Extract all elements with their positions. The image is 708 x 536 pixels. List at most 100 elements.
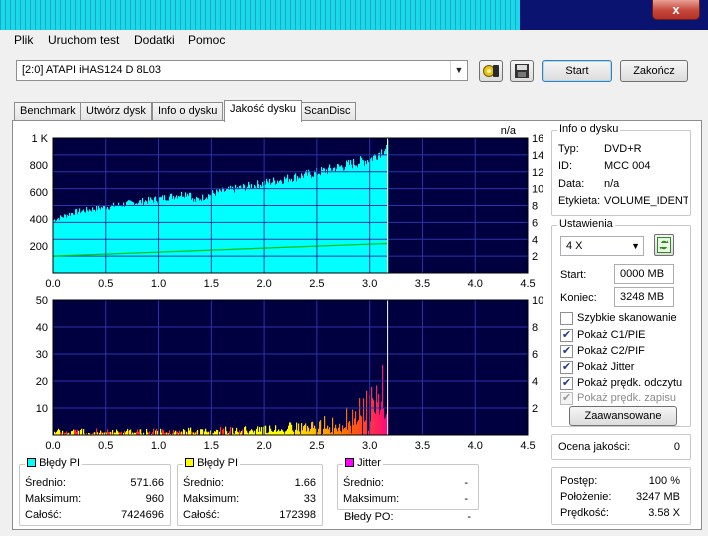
x-axis-tick-label: 1.5 bbox=[204, 440, 219, 451]
pif-swatch bbox=[185, 458, 194, 467]
y-axis-tick-label: 800 bbox=[30, 160, 48, 172]
checkmark-icon: ✔ bbox=[561, 329, 572, 341]
y2-axis-tick-label: 8 bbox=[532, 322, 538, 334]
disc-type-value: DVD+R bbox=[604, 143, 642, 155]
close-button[interactable]: x bbox=[652, 0, 700, 20]
menu-dodatki[interactable]: Dodatki bbox=[134, 33, 175, 47]
show-c1-pie-label: Pokaż C1/PIE bbox=[577, 329, 646, 341]
pi-avg-value: 571.66 bbox=[130, 477, 164, 489]
quality-score-value: 0 bbox=[673, 441, 680, 453]
checkmark-icon: ✔ bbox=[561, 361, 572, 373]
pi-errors-box: Błędy PI Średnio: 571.66 Maksimum: 960 C… bbox=[19, 457, 171, 526]
show-c1-pie-checkbox[interactable]: ✔ bbox=[560, 329, 573, 342]
y2-axis-tick-label: 6 bbox=[532, 217, 538, 229]
x-axis-tick-label: 3.5 bbox=[415, 440, 430, 451]
pif-error-bar bbox=[62, 430, 64, 435]
y2-axis-tick-label: 2 bbox=[532, 251, 538, 263]
x-axis-tick-label: 2.5 bbox=[309, 278, 324, 290]
pi-swatch bbox=[27, 458, 36, 467]
checkmark-icon: ✔ bbox=[561, 377, 572, 389]
y2-axis-tick-label: 8 bbox=[532, 201, 538, 213]
pif-error-bar bbox=[197, 430, 199, 435]
tab-info-o-dysku[interactable]: Info o dysku bbox=[152, 102, 224, 121]
chart-corner-label: n/a bbox=[501, 125, 517, 137]
pif-error-bar bbox=[315, 428, 317, 435]
disc-label-label: Etykieta: bbox=[558, 195, 601, 207]
settings-button[interactable] bbox=[479, 60, 503, 82]
pif-max-value: 33 bbox=[303, 493, 316, 505]
advanced-button[interactable]: Zaawansowane bbox=[569, 406, 677, 426]
speed-value: 3.58 X bbox=[648, 507, 680, 519]
pif-error-bar bbox=[230, 426, 232, 435]
pie-chart: 1 K 800 600 400 200 16 14 12 10 8 6 4 2 0.0 0.5 1.0 1.5 2… bbox=[30, 125, 543, 290]
disc-date-value: n/a bbox=[604, 178, 620, 190]
show-read-speed-checkbox[interactable]: ✔ bbox=[560, 377, 573, 390]
pif-errors-title-wrap: Błędy PI bbox=[183, 457, 241, 469]
stop-button[interactable]: Zakończ bbox=[620, 60, 688, 82]
start-mb-input[interactable]: 0000 MB bbox=[614, 264, 674, 284]
y2-axis-tick-label: 14 bbox=[532, 150, 543, 162]
jitter-swatch bbox=[345, 458, 354, 467]
y-axis-tick-label: 50 bbox=[36, 295, 48, 307]
checkmark-icon: ✔ bbox=[561, 392, 572, 404]
start-mb-label: Start: bbox=[560, 269, 587, 281]
x-axis-tick-label: 4.5 bbox=[520, 440, 535, 451]
drive-select[interactable]: [2:0] ATAPI iHAS124 D 8L03 ▼ bbox=[16, 60, 468, 81]
tab-benchmark[interactable]: Benchmark bbox=[14, 102, 82, 121]
pif-error-bar bbox=[361, 416, 363, 435]
y2-axis-tick-label: 10 bbox=[532, 184, 543, 196]
menu-uruchom-test[interactable]: Uruchom test bbox=[48, 33, 119, 47]
pif-error-bar bbox=[242, 429, 244, 435]
pif-error-bar bbox=[202, 429, 204, 435]
tab-jakosc-dysku[interactable]: Jakość dysku bbox=[224, 100, 303, 122]
speed-select-value: 4 X bbox=[566, 240, 583, 252]
speed-select[interactable]: 4 X ▼ bbox=[560, 236, 644, 256]
pi-errors-title: Błędy PI bbox=[39, 457, 81, 469]
y-axis-tick-label: 40 bbox=[36, 322, 48, 334]
disc-type-label: Typ: bbox=[558, 143, 579, 155]
show-write-speed-checkbox[interactable]: ✔ bbox=[560, 392, 573, 405]
pi-total-label: Całość: bbox=[25, 509, 62, 521]
pif-max-label: Maksimum: bbox=[183, 493, 240, 505]
drive-select-value: [2:0] ATAPI iHAS124 D 8L03 bbox=[22, 64, 162, 76]
y2-axis-tick-label: 10 bbox=[532, 295, 543, 307]
y2-axis-tick-label: 12 bbox=[532, 167, 543, 179]
jitter-avg-value: - bbox=[464, 477, 468, 489]
pif-error-bar bbox=[223, 428, 225, 435]
x-axis-tick-label: 2.0 bbox=[256, 278, 271, 290]
refresh-speed-button[interactable] bbox=[654, 234, 674, 256]
end-mb-input[interactable]: 3248 MB bbox=[614, 287, 674, 307]
jitter-title: Jitter bbox=[357, 457, 381, 469]
y-axis-tick-label: 600 bbox=[30, 187, 48, 199]
quality-panel: 1 K 800 600 400 200 16 14 12 10 8 6 4 2 0.0 0.5 1.0 1.5 2… bbox=[12, 120, 702, 530]
checkmark-icon: ✔ bbox=[561, 345, 572, 357]
jitter-max-label: Maksimum: bbox=[343, 493, 400, 505]
show-jitter-checkbox[interactable]: ✔ bbox=[560, 361, 573, 374]
y-axis-tick-label: 400 bbox=[30, 214, 48, 226]
menu-pomoc[interactable]: Pomoc bbox=[188, 33, 225, 47]
start-button[interactable]: Start bbox=[542, 60, 612, 82]
x-axis-tick-label: 2.0 bbox=[256, 440, 271, 451]
jitter-box: Jitter Średnio: - Maksimum: - bbox=[337, 457, 479, 510]
pi-errors-title-wrap: Błędy PI bbox=[25, 457, 83, 469]
pif-errors-box: Błędy PI Średnio: 1.66 Maksimum: 33 Cało… bbox=[177, 457, 323, 526]
x-axis-tick-label: 0.0 bbox=[45, 440, 60, 451]
settings-title: Ustawienia bbox=[557, 218, 615, 230]
y-axis-tick-label: 10 bbox=[36, 403, 48, 415]
position-label: Położenie: bbox=[560, 491, 612, 503]
save-button[interactable] bbox=[510, 60, 534, 82]
y-axis-tick-label: 200 bbox=[30, 241, 48, 253]
title-bar: x bbox=[0, 0, 708, 30]
chevron-down-icon: ▼ bbox=[631, 241, 640, 251]
pif-error-bar bbox=[153, 428, 155, 435]
progress-label: Postęp: bbox=[560, 475, 598, 487]
pi-avg-label: Średnio: bbox=[25, 477, 66, 489]
y2-axis-tick-label: 2 bbox=[532, 403, 538, 415]
y-axis-tick-label: 30 bbox=[36, 349, 48, 361]
tab-utworz-dysk[interactable]: Utwórz dysk bbox=[80, 102, 152, 121]
disc-id-label: ID: bbox=[558, 160, 573, 172]
menu-plik[interactable]: Plik bbox=[14, 33, 33, 47]
tab-scandisc[interactable]: ScanDisc bbox=[298, 102, 357, 121]
show-c2-pif-checkbox[interactable]: ✔ bbox=[560, 345, 573, 358]
quick-scan-checkbox[interactable] bbox=[560, 312, 573, 325]
